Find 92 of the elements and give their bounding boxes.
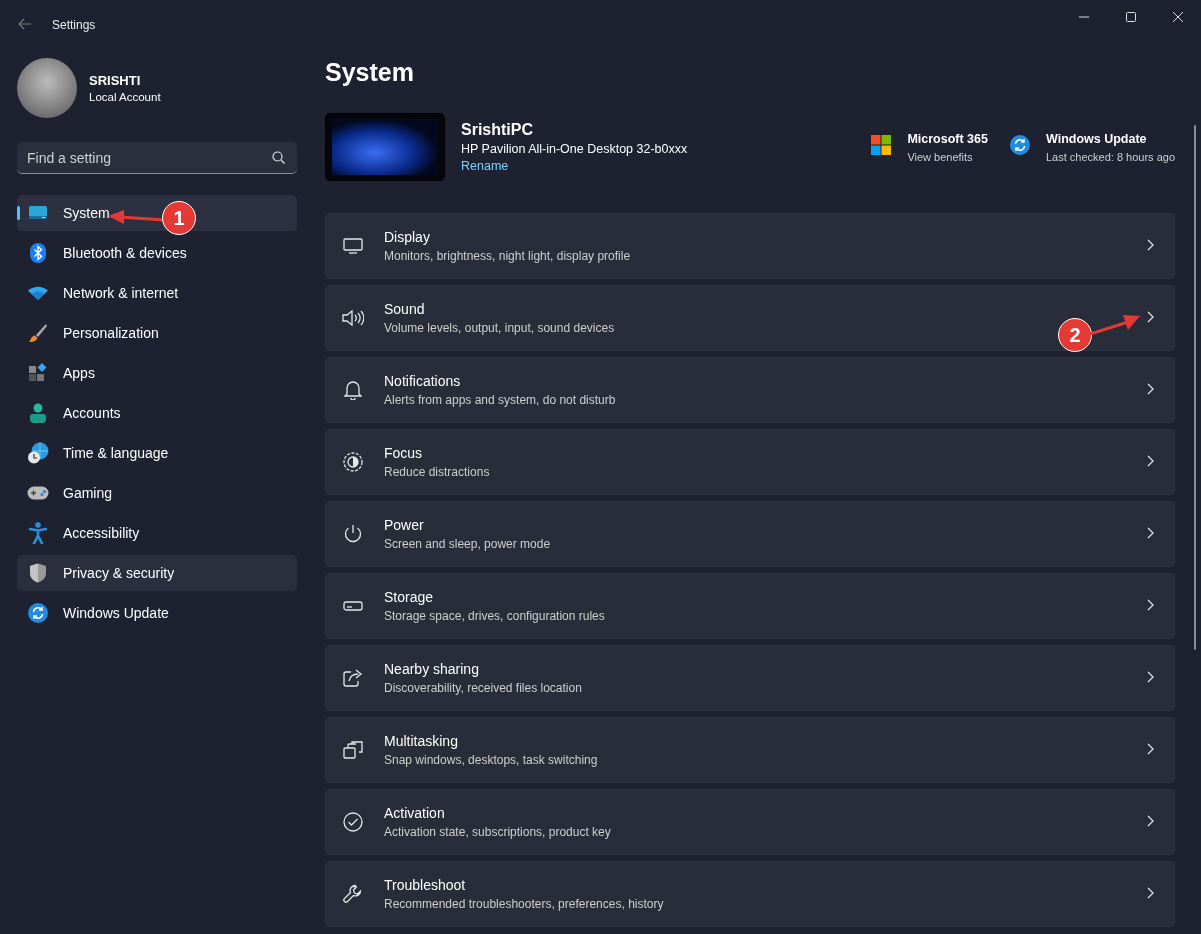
avatar-photo-placeholder: [17, 58, 77, 118]
sidebar-item[interactable]: Privacy & security: [17, 555, 297, 591]
card-title: Focus: [384, 445, 423, 461]
checkmark-circle-icon: [343, 812, 363, 832]
chevron-right-icon: [1147, 599, 1154, 611]
maximize-icon[interactable]: [1124, 12, 1137, 22]
chevron-right-icon: [1147, 815, 1154, 827]
chevron-right-icon: [1147, 239, 1154, 251]
rename-link[interactable]: Rename: [461, 159, 509, 173]
power-icon: [343, 524, 363, 544]
sidebar-item[interactable]: Network & internet: [17, 275, 297, 311]
shield-icon: [29, 563, 47, 583]
sync-icon: [1009, 135, 1030, 155]
sidebar-item[interactable]: Accounts: [17, 395, 297, 431]
back-arrow-icon[interactable]: [18, 18, 32, 30]
card-title: Storage: [384, 589, 434, 605]
card-title: Power: [384, 517, 424, 533]
globe-clock-icon: [27, 442, 49, 464]
bluetooth-icon: [30, 243, 46, 263]
sidebar-item[interactable]: Gaming: [17, 475, 297, 511]
sidebar-item[interactable]: Apps: [17, 355, 297, 391]
share-icon: [343, 669, 363, 687]
quick-link-subtitle: View benefits: [907, 150, 974, 163]
apps-icon: [28, 363, 48, 383]
quick-link-title[interactable]: Windows Update: [1045, 131, 1175, 146]
settings-card[interactable]: Notifications Alerts from apps and system, do not disturb: [325, 357, 1175, 423]
quick-link-subtitle: Last checked: 8 hours ago: [1045, 150, 1175, 163]
sync-icon: [28, 603, 48, 623]
chevron-right-icon: [1147, 383, 1154, 395]
microsoft-logo-icon: [871, 135, 892, 155]
settings-card[interactable]: Multitasking Snap windows, desktops, task switching: [325, 717, 1175, 783]
person-icon: [29, 403, 47, 423]
card-subtitle: Recommended troubleshooters, preferences, history: [384, 897, 664, 911]
callout-arrow: [1090, 312, 1140, 338]
settings-card[interactable]: Display Monitors, brightness, night light, display profile: [325, 213, 1175, 279]
device-name: SrishtiPC: [461, 121, 534, 139]
sidebar-item[interactable]: Bluetooth & devices: [17, 235, 297, 271]
card-title: Troubleshoot: [384, 877, 466, 893]
settings-card[interactable]: Troubleshoot Recommended troubleshooters, preferences, history: [325, 861, 1175, 927]
settings-card[interactable]: Activation Activation state, subscriptions, product key: [325, 789, 1175, 855]
quick-link-title[interactable]: Microsoft 365: [907, 131, 988, 146]
settings-card[interactable]: Power Screen and sleep, power mode: [325, 501, 1175, 567]
user-name: SRISHTI: [89, 73, 142, 88]
scrollbar[interactable]: [1194, 125, 1196, 650]
card-subtitle: Alerts from apps and system, do not disturb: [384, 393, 616, 407]
card-subtitle: Snap windows, desktops, task switching: [384, 753, 598, 767]
card-subtitle: Screen and sleep, power mode: [384, 537, 551, 551]
monitor-icon: [343, 238, 363, 254]
chevron-right-icon: [1147, 743, 1154, 755]
wifi-icon: [28, 286, 48, 300]
sidebar-item[interactable]: Time & language: [17, 435, 297, 471]
monitor-icon: [28, 205, 48, 221]
chevron-right-icon: [1147, 671, 1154, 683]
gamepad-icon: [27, 486, 49, 500]
close-icon[interactable]: [1171, 12, 1184, 22]
speaker-icon: [342, 310, 364, 326]
card-subtitle: Storage space, drives, configuration rules: [384, 609, 605, 623]
settings-card[interactable]: Nearby sharing Discoverability, received files location: [325, 645, 1175, 711]
device-model: HP Pavilion All-in-One Desktop 32-b0xxx: [461, 142, 689, 156]
bell-icon: [344, 380, 362, 400]
wrench-icon: [343, 884, 363, 904]
sidebar-item[interactable]: Personalization: [17, 315, 297, 351]
card-title: Nearby sharing: [384, 661, 479, 677]
chevron-right-icon: [1147, 311, 1154, 323]
card-title: Activation: [384, 805, 445, 821]
page-title: System: [325, 58, 415, 87]
drive-icon: [343, 601, 363, 611]
card-title: Multitasking: [384, 733, 458, 749]
search-field[interactable]: Find a setting: [17, 142, 297, 174]
focus-icon: [343, 452, 363, 472]
chevron-right-icon: [1147, 887, 1154, 899]
chevron-right-icon: [1147, 527, 1154, 539]
card-subtitle: Monitors, brightness, night light, display profile: [384, 249, 631, 263]
card-subtitle: Activation state, subscriptions, product key: [384, 825, 611, 839]
search-icon: [272, 151, 285, 164]
window-title: Settings: [52, 18, 96, 32]
chevron-right-icon: [1147, 455, 1154, 467]
settings-card[interactable]: Focus Reduce distractions: [325, 429, 1175, 495]
paintbrush-icon: [28, 323, 48, 343]
callout-arrow: [108, 210, 164, 226]
card-subtitle: Volume levels, output, input, sound devices: [384, 321, 615, 335]
card-title: Display: [384, 229, 430, 245]
card-title: Notifications: [384, 373, 461, 389]
sidebar-item[interactable]: Accessibility: [17, 515, 297, 551]
settings-card[interactable]: Storage Storage space, drives, configuration rules: [325, 573, 1175, 639]
card-subtitle: Reduce distractions: [384, 465, 490, 479]
card-subtitle: Discoverability, received files location: [384, 681, 582, 695]
accessibility-icon: [29, 522, 47, 544]
windows-icon: [343, 741, 363, 759]
sidebar-item[interactable]: Windows Update: [17, 595, 297, 631]
card-title: Sound: [384, 301, 425, 317]
account-type: Local Account: [89, 91, 161, 103]
